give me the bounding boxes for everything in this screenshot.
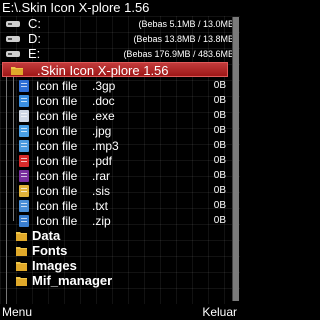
folder-name: Mif_manager [32, 273, 113, 288]
install-file-icon [19, 185, 29, 197]
file-row[interactable]: Icon file .rar 0B [0, 168, 240, 184]
file-row[interactable]: Icon file .3gp 0B [0, 78, 240, 94]
drive-icon [6, 36, 20, 42]
file-size: 0B [213, 95, 226, 106]
file-row[interactable]: Icon file .zip 0B [0, 213, 240, 229]
file-size: 0B [213, 125, 226, 136]
folder-icon [16, 232, 27, 241]
video-file-icon [19, 80, 29, 92]
drive-row-e[interactable]: E: (Bebas 176.9MB / 483.6MB) [0, 46, 240, 62]
folder-icon [16, 277, 27, 286]
folder-name: Images [32, 258, 77, 273]
file-name: Icon file [36, 184, 78, 198]
softkey-bar: Menu Keluar [0, 304, 240, 320]
folder-icon [16, 247, 27, 256]
file-size: 0B [213, 110, 226, 121]
file-extension: .doc [92, 94, 115, 108]
file-row[interactable]: Icon file .mp3 0B [0, 138, 240, 154]
folder-name: Data [32, 228, 61, 243]
file-name: Icon file [36, 79, 78, 93]
exit-softkey[interactable]: Keluar [202, 304, 237, 320]
drive-space-info: (Bebas 13.8MB / 13.8MB) [133, 34, 237, 44]
pdf-file-icon [19, 155, 29, 167]
text-file-icon [19, 200, 29, 212]
drive-icon [6, 21, 20, 27]
drive-icon [6, 51, 20, 57]
file-name: Icon file [36, 199, 78, 213]
file-name: Icon file [36, 109, 78, 123]
folder-row[interactable]: Images [0, 258, 240, 274]
file-size: 0B [213, 80, 226, 91]
file-name: Icon file [36, 94, 78, 108]
drive-space-info: (Bebas 176.9MB / 483.6MB) [123, 49, 237, 59]
drive-name: D: [28, 31, 41, 46]
file-extension: .rar [92, 169, 110, 183]
file-size: 0B [213, 185, 226, 196]
file-name: Icon file [36, 169, 78, 183]
archive-file-icon [19, 170, 29, 182]
image-file-icon [19, 125, 29, 137]
file-name: Icon file [36, 124, 78, 138]
file-row[interactable]: Icon file .jpg 0B [0, 123, 240, 139]
file-size: 0B [213, 140, 226, 151]
folder-icon [11, 67, 23, 75]
file-row[interactable]: Icon file .pdf 0B [0, 153, 240, 169]
drive-row-d[interactable]: D: (Bebas 13.8MB / 13.8MB) [0, 31, 240, 47]
folder-name: Fonts [32, 243, 68, 258]
file-size: 0B [213, 200, 226, 211]
drive-space-info: (Bebas 5.1MB / 13.0MB) [138, 19, 237, 29]
file-extension: .pdf [92, 154, 113, 168]
drive-name: C: [28, 16, 41, 31]
drive-row-c[interactable]: C: (Bebas 5.1MB / 13.0MB) [0, 16, 240, 32]
file-name: Icon file [36, 139, 78, 153]
folder-row[interactable]: Fonts [0, 243, 240, 259]
file-name: Icon file [36, 214, 78, 228]
file-size: 0B [213, 170, 226, 181]
file-manager-screen: E:\.Skin Icon X-plore 1.56 C: (Bebas 5.1… [0, 0, 240, 320]
file-extension: .exe [92, 109, 115, 123]
file-size: 0B [213, 215, 226, 226]
executable-file-icon [19, 110, 29, 122]
scrollbar[interactable] [232, 17, 239, 301]
file-row[interactable]: Icon file .doc 0B [0, 93, 240, 109]
file-extension: .jpg [92, 124, 112, 138]
audio-file-icon [19, 140, 29, 152]
folder-row[interactable]: Data [0, 228, 240, 244]
path-title: E:\.Skin Icon X-plore 1.56 [0, 0, 240, 16]
scroll-thumb[interactable] [233, 17, 239, 301]
file-extension: .sis [92, 184, 110, 198]
folder-row[interactable]: Mif_manager [0, 273, 240, 289]
file-name: Icon file [36, 154, 78, 168]
drive-name: E: [28, 46, 41, 61]
file-extension: .3gp [92, 79, 116, 93]
document-file-icon [19, 95, 29, 107]
folder-icon [16, 262, 27, 271]
file-row[interactable]: Icon file .txt 0B [0, 198, 240, 214]
menu-softkey[interactable]: Menu [2, 304, 32, 320]
file-size: 0B [213, 155, 226, 166]
selected-folder-label: .Skin Icon X-plore 1.56 [37, 63, 169, 78]
file-row[interactable]: Icon file .sis 0B [0, 183, 240, 199]
file-extension: .txt [92, 199, 109, 213]
file-row[interactable]: Icon file .exe 0B [0, 108, 240, 124]
selected-folder-row[interactable]: .Skin Icon X-plore 1.56 [2, 62, 228, 78]
file-extension: .zip [92, 214, 111, 228]
file-extension: .mp3 [92, 139, 119, 153]
zip-file-icon [19, 215, 29, 227]
